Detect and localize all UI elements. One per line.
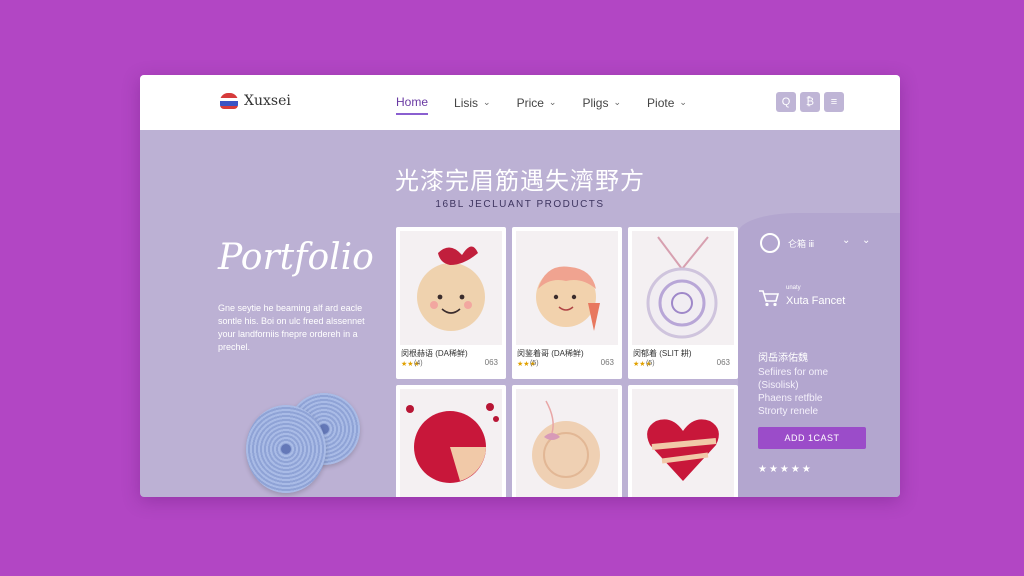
chevron-down-icon[interactable]: ⌄ [862,235,870,246]
panel-line: Phaens retfble [758,393,823,404]
product-price: 063 [484,358,498,367]
browser-window: Xuxsei Home Lisis ⌄ Price ⌄ Pligs ⌄ Piote ⌄ … [140,75,900,497]
product-image [632,389,734,497]
review-count: (5) [646,360,655,367]
product-price: 063 [716,358,730,367]
crochet-doll-hair-image [536,266,600,331]
rating-stars: ★★★★★ [758,464,813,475]
product-price: 063 [600,358,614,367]
globe-icon[interactable] [760,233,780,253]
crochet-red-coaster-image [406,403,499,483]
product-image [400,389,502,497]
product-image [516,389,618,497]
product-card[interactable]: 闵根赫语 (DA稀鲜) ★★★ (4) 063 [396,227,506,379]
product-card[interactable]: 闵鉴着哥 (DA稀鲜) ★★★ (5) 063 [512,227,622,379]
chevron-down-icon: ⌄ [679,97,687,107]
top-navigation: Xuxsei Home Lisis ⌄ Price ⌄ Pligs ⌄ Piote ⌄ … [140,75,900,130]
crochet-doll-bow-image [417,246,485,331]
portfolio-description: Gne seytie he beaming alf ard eacle sont… [218,303,365,352]
crochet-peach-coaster-image [532,400,600,489]
product-grid: 闵根赫语 (DA稀鲜) ★★★ (4) 063 闵鉴着哥 (DA稀鲜) ★★★ … [396,227,738,497]
coaster-image [246,405,326,493]
panel-top-text: 仑箱 ⅲ [788,239,815,249]
chevron-down-icon: ⌄ [548,97,557,107]
product-label: 闵根赫语 (DA稀鲜) [401,349,468,358]
brand-name: Xuxsei [244,93,291,109]
hero-subtitle: 16BL JECLUANT PRODUCTS [435,199,605,210]
nav-label: Home [396,94,429,109]
nav-menu: Home Lisis ⌄ Price ⌄ Pligs ⌄ Piote ⌄ [396,75,687,130]
cart-icon [759,290,780,307]
nav-label: Piote [647,95,675,110]
nav-item-lisis[interactable]: Lisis ⌄ [454,92,491,114]
product-detail-panel: 仑箱 ⅲ ⌄ ⌄ unaty Xuta Fancet 闵岳添佑魏 Sefiire… [738,213,900,497]
hero-title: 光漆完眉筋遇失濟野方 [395,167,645,195]
chevron-down-icon: ⌄ [483,97,491,107]
chevron-down-icon: ⌄ [613,97,622,107]
nav-item-pligs[interactable]: Pligs ⌄ [582,92,621,114]
currency-icon[interactable]: ₿ [800,92,820,112]
portfolio-title: Portfolio [218,237,374,278]
brand-logo[interactable]: Xuxsei [220,93,291,109]
nav-item-piote[interactable]: Piote ⌄ [647,92,687,114]
panel-small-text: unaty [786,285,801,291]
nav-label: Price [516,95,544,110]
flag-logo-icon [220,93,238,109]
product-card[interactable] [396,385,506,497]
product-card[interactable] [512,385,622,497]
nav-item-price[interactable]: Price ⌄ [517,92,557,114]
chevron-down-icon[interactable]: ⌄ [842,235,850,246]
review-count: (5) [530,360,539,367]
product-label: 闵郁着 (SLIT 耕) [633,349,692,358]
product-image [516,231,618,345]
panel-line: Sefiires for ome [758,367,829,378]
nav-item-home[interactable]: Home [396,91,429,115]
panel-heading: 闵岳添佑魏 [758,353,808,364]
panel-line: (Sisolisk) [758,380,799,391]
panel-line: Strorty renele [758,406,819,417]
search-icon[interactable]: Q [776,92,796,112]
product-image [632,231,734,345]
nav-label: Pligs [582,95,609,110]
crochet-pendant-image [646,236,718,339]
crochet-heart-image [647,419,719,481]
product-label: 闵鉴着哥 (DA稀鲜) [517,349,584,358]
product-image [400,231,502,345]
add-to-cart-button[interactable]: ADD 1CAST [758,427,866,449]
nav-actions: Q ₿ ≡ [776,92,844,112]
coaster-center [281,444,291,454]
panel-brand: Xuta Fancet [786,295,846,307]
menu-icon[interactable]: ≡ [824,92,844,112]
review-count: (4) [414,360,423,367]
product-card[interactable]: 闵郁着 (SLIT 耕) ★★★ (5) 063 [628,227,738,379]
product-card[interactable] [628,385,738,497]
nav-label: Lisis [454,95,479,110]
